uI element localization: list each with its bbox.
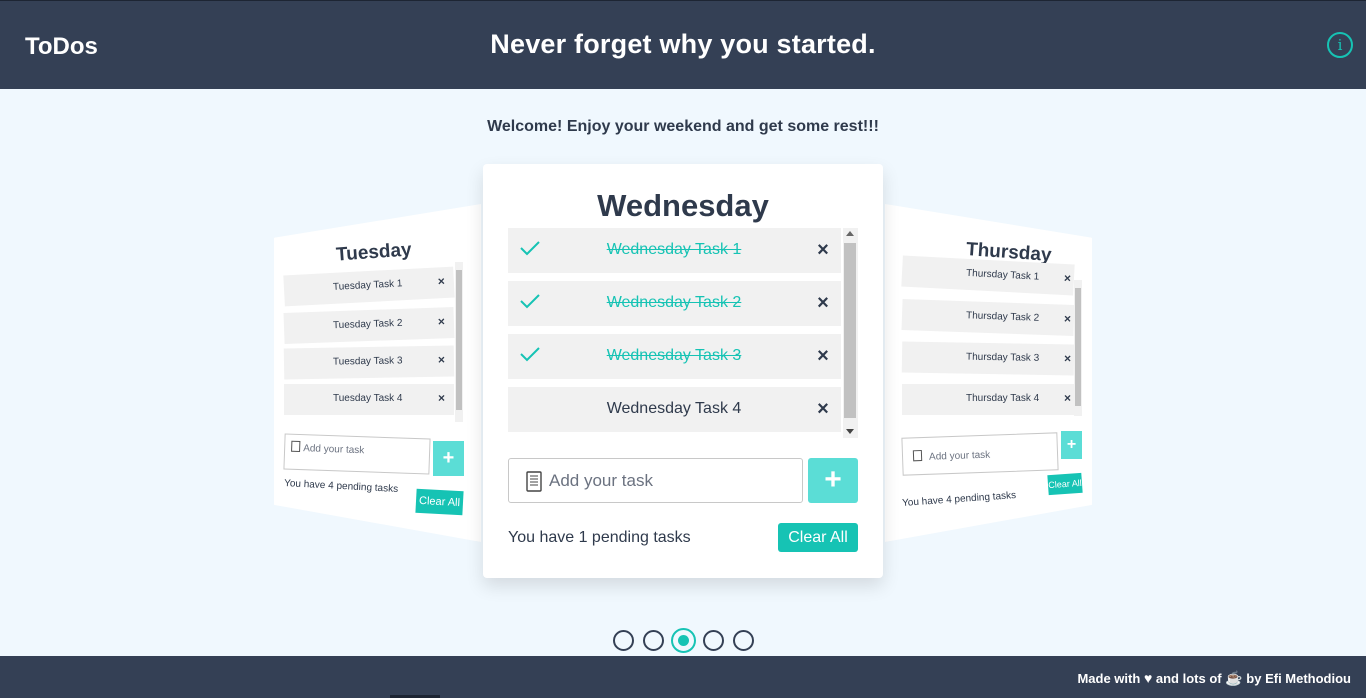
task-text: Tuesday Task 4 <box>333 393 403 404</box>
check-icon[interactable] <box>518 289 542 313</box>
footer-author[interactable]: by Efi Methodiou <box>1246 671 1351 686</box>
add-task-button[interactable]: + <box>433 441 464 476</box>
heart-icon: ♥ <box>1143 670 1153 686</box>
task-item[interactable]: Wednesday Task 3 × <box>508 334 841 379</box>
delete-icon[interactable]: × <box>438 391 445 405</box>
task-item[interactable]: Thursday Task 2 × <box>901 299 1075 336</box>
task-text: Thursday Task 4 <box>966 393 1040 404</box>
info-icon[interactable]: i <box>1327 32 1353 58</box>
add-task-field[interactable] <box>508 458 803 503</box>
scroll-down-arrow-icon[interactable] <box>846 429 854 434</box>
pagination-dot-1[interactable] <box>613 630 634 651</box>
task-text: Wednesday Task 1 <box>606 241 742 258</box>
task-list-scrollbar[interactable] <box>1074 280 1082 416</box>
add-task-input[interactable] <box>549 469 789 493</box>
notebook-icon <box>291 440 301 453</box>
day-card-thursday[interactable]: Thursday Thursday Task 1 × Thursday Task… <box>885 204 1092 542</box>
task-text: Wednesday Task 4 <box>606 400 742 417</box>
input-placeholder: Add your task <box>302 443 365 457</box>
notebook-icon <box>526 471 542 492</box>
task-item[interactable]: Wednesday Task 2 × <box>508 281 841 326</box>
scroll-up-arrow-icon[interactable] <box>846 231 854 236</box>
add-task-button[interactable]: + <box>808 458 858 503</box>
notebook-icon <box>912 450 923 462</box>
pagination-dot-3[interactable] <box>671 628 696 653</box>
task-list: Wednesday Task 1 × Wednesday Task 2 × We… <box>508 228 858 438</box>
delete-icon[interactable]: × <box>811 292 835 316</box>
coffee-icon: ☕ <box>1225 670 1243 686</box>
delete-icon[interactable]: × <box>437 274 445 288</box>
task-item[interactable]: Thursday Task 4 × <box>902 384 1074 415</box>
clear-all-button[interactable]: Clear All <box>778 523 858 552</box>
day-card-wednesday: Wednesday Wednesday Task 1 × Wednesday T… <box>483 164 883 578</box>
scroll-thumb[interactable] <box>844 243 856 418</box>
delete-icon[interactable]: × <box>438 314 445 328</box>
check-icon[interactable] <box>518 342 542 366</box>
delete-icon[interactable]: × <box>438 353 445 367</box>
pending-count: You have 1 pending tasks <box>508 529 691 546</box>
clear-all-button[interactable]: Clear All <box>1047 472 1083 496</box>
footer-credit: Made with ♥ and lots of ☕ by Efi Methodi… <box>1077 670 1351 687</box>
pagination-dot-4[interactable] <box>703 630 724 651</box>
day-title: Wednesday <box>597 188 769 223</box>
footer: Made with ♥ and lots of ☕ by Efi Methodi… <box>0 656 1366 698</box>
task-text: Thursday Task 3 <box>965 351 1040 364</box>
delete-icon[interactable]: × <box>811 345 835 369</box>
task-item[interactable]: Tuesday Task 3 × <box>283 345 455 380</box>
task-text: Wednesday Task 3 <box>606 347 742 364</box>
task-text: Thursday Task 2 <box>965 310 1040 324</box>
task-item[interactable]: Thursday Task 3 × <box>901 341 1075 376</box>
pending-count: You have 4 pending tasks <box>901 490 1017 509</box>
delete-icon[interactable]: × <box>1064 271 1072 285</box>
page-slogan: Never forget why you started. <box>490 29 876 59</box>
task-text: Wednesday Task 2 <box>606 294 742 311</box>
input-placeholder: Add your task <box>928 449 991 463</box>
task-list-scrollbar[interactable] <box>455 262 463 422</box>
check-icon[interactable] <box>518 236 542 260</box>
task-text: Tuesday Task 2 <box>332 317 403 332</box>
task-text: Thursday Task 1 <box>965 267 1040 283</box>
add-task-button[interactable]: + <box>1061 431 1082 459</box>
day-card-tuesday[interactable]: Tuesday Tuesday Task 1 × Tuesday Task 2 … <box>274 204 481 542</box>
footer-and-lots-of: and lots of <box>1155 671 1222 686</box>
delete-icon[interactable]: × <box>1064 312 1072 326</box>
delete-icon[interactable]: × <box>811 398 835 422</box>
day-title: Tuesday <box>335 239 413 266</box>
add-task-input[interactable]: Add your task <box>901 432 1059 476</box>
delete-icon[interactable]: × <box>1064 391 1071 405</box>
clear-all-button[interactable]: Clear All <box>415 488 464 516</box>
task-item[interactable]: Tuesday Task 2 × <box>283 307 455 344</box>
task-text: Tuesday Task 1 <box>332 278 403 293</box>
task-list-scrollbar[interactable] <box>843 228 858 438</box>
pagination-dot-5[interactable] <box>733 630 754 651</box>
delete-icon[interactable]: × <box>1064 351 1071 365</box>
footer-made-with: Made with <box>1077 671 1141 686</box>
task-item[interactable]: Tuesday Task 4 × <box>284 384 454 415</box>
task-item[interactable]: Wednesday Task 1 × <box>508 228 841 273</box>
task-text: Tuesday Task 3 <box>332 355 403 368</box>
task-item[interactable]: Tuesday Task 1 × <box>283 266 455 307</box>
top-bar: ToDos Never forget why you started. i <box>0 0 1366 89</box>
add-task-input[interactable]: Add your task <box>283 433 431 475</box>
pending-count: You have 4 pending tasks <box>283 478 399 495</box>
welcome-message: Welcome! Enjoy your weekend and get some… <box>487 118 879 135</box>
pagination-dot-2[interactable] <box>643 630 664 651</box>
delete-icon[interactable]: × <box>811 239 835 263</box>
task-item[interactable]: Wednesday Task 4 × <box>508 387 841 432</box>
